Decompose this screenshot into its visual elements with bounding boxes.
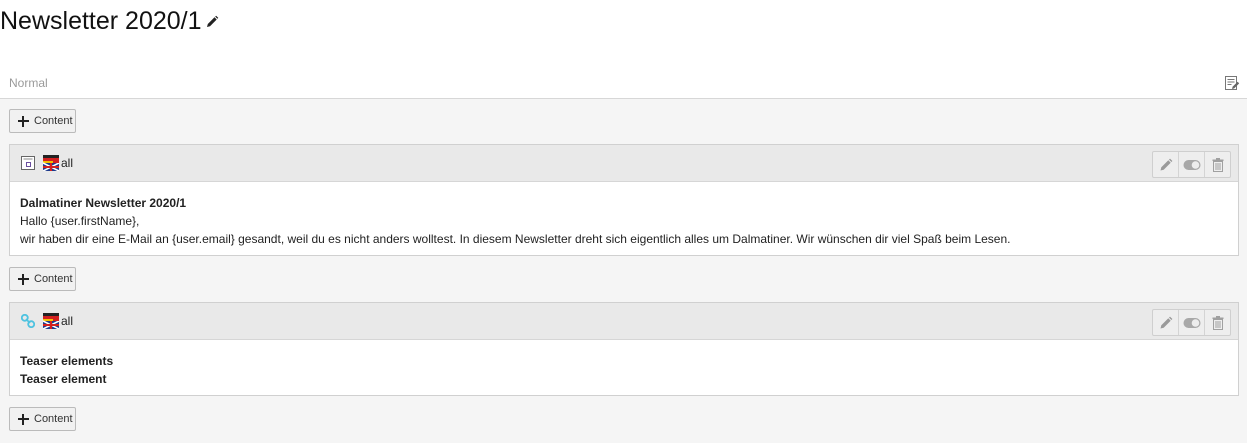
language-label: all [61,314,74,328]
column-header: Normal [0,66,1247,99]
plus-icon [18,273,29,285]
add-content-button[interactable]: Content [9,109,76,133]
delete-icon[interactable] [1205,152,1230,177]
add-content-button[interactable]: Content [9,407,76,431]
content-element[interactable]: all [9,144,1239,256]
add-content-label: Content [34,273,73,285]
pencil-icon[interactable] [205,15,219,29]
element-headline: Dalmatiner Newsletter 2020/1 [20,196,187,210]
add-content-label: Content [34,413,73,425]
text-element-icon [21,156,35,170]
multilanguage-flag-icon [42,155,60,172]
link-element-icon [20,313,36,329]
add-content-label: Content [34,115,73,127]
multilanguage-flag-icon [42,313,60,330]
edit-icon[interactable] [1153,310,1179,335]
column-name: Normal [9,76,48,90]
element-actions [1152,151,1231,178]
element-actions [1152,309,1231,336]
page-header: Newsletter 2020/1 [0,0,219,40]
content-element-header: all [10,145,1238,182]
element-text-line: Hallo {user.firstName}, [20,214,140,228]
page-title: Newsletter 2020/1 [0,7,202,35]
edit-column-icon[interactable] [1224,75,1240,91]
content-element-body: Dalmatiner Newsletter 2020/1 Hallo {user… [10,182,1238,248]
add-content-button[interactable]: Content [9,267,76,291]
edit-icon[interactable] [1153,152,1179,177]
content-element-body: Teaser elements Teaser element [10,340,1238,388]
toggle-icon[interactable] [1179,310,1205,335]
language-label: all [61,156,74,170]
delete-icon[interactable] [1205,310,1230,335]
element-text-line: wir haben dir eine E-Mail an {user.email… [20,232,1011,246]
toggle-icon[interactable] [1179,152,1205,177]
plus-icon [18,115,29,127]
content-element-header: all [10,303,1238,340]
element-headline: Teaser elements [20,354,114,368]
content-column: Normal Content all Dalmatiner Newsletter… [0,66,1247,443]
content-element[interactable]: all [9,302,1239,396]
plus-icon [18,413,29,425]
element-text-line: Teaser element [20,372,107,386]
